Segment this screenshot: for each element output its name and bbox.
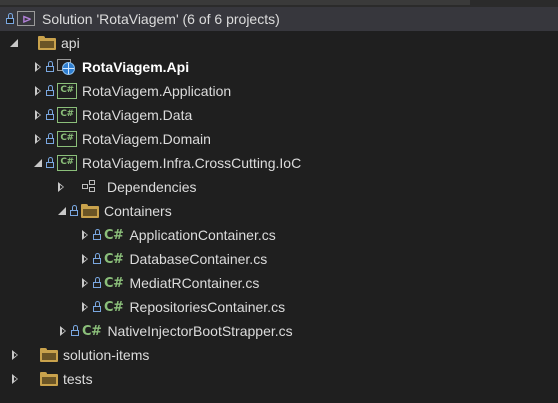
file-label: DatabaseContainer.cs [129,251,268,267]
lock-icon [93,252,102,266]
collapsed-chevron-icon[interactable] [32,79,46,103]
tree-item-folder-solution-items[interactable]: solution-items [0,343,558,367]
folder-icon [40,372,58,386]
lock-icon [46,132,55,146]
solution-explorer-tree: ⊳ Solution 'RotaViagem' (6 of 6 projects… [0,0,558,403]
scrollbar-thumb[interactable] [0,0,470,5]
file-label: RepositoriesContainer.cs [129,299,286,315]
project-label: RotaViagem.Data [82,107,193,123]
tree-item-file[interactable]: C# MediatRContainer.cs [0,271,558,295]
project-label: RotaViagem.Application [82,83,232,99]
expanded-chevron-icon[interactable] [8,31,22,55]
lock-icon [93,276,102,290]
folder-label: Containers [104,203,172,219]
lock-icon [46,60,55,74]
folder-label: solution-items [63,347,150,363]
csharp-file-icon: C# [104,275,124,291]
file-label: ApplicationContainer.cs [129,227,276,243]
folder-label: tests [63,371,93,387]
visual-studio-solution-icon: ⊳ [17,11,37,27]
collapsed-chevron-icon[interactable] [79,247,93,271]
collapsed-chevron-icon[interactable] [32,103,46,127]
csharp-file-icon: C# [104,227,124,243]
lock-icon [70,204,79,218]
collapsed-chevron-icon[interactable] [57,319,71,343]
collapsed-chevron-icon[interactable] [9,343,23,367]
csharp-project-icon: C# [57,107,77,123]
lock-icon [93,300,102,314]
solution-title: Solution 'RotaViagem' (6 of 6 projects) [42,11,280,27]
lock-icon [46,84,55,98]
tree-item-file[interactable]: C# DatabaseContainer.cs [0,247,558,271]
expanded-chevron-icon[interactable] [56,199,70,223]
csharp-project-icon: C# [57,83,77,99]
folder-open-icon [38,36,56,50]
tree-item-folder-api[interactable]: api [0,31,558,55]
tree-item-project-ioc[interactable]: C# RotaViagem.Infra.CrossCutting.IoC [0,151,558,175]
collapsed-chevron-icon[interactable] [9,367,23,391]
tree-item-folder-tests[interactable]: tests [0,367,558,391]
csharp-file-icon: C# [104,299,124,315]
tree-item-project-domain[interactable]: C# RotaViagem.Domain [0,127,558,151]
project-label: RotaViagem.Domain [82,131,211,147]
folder-label: api [61,35,80,51]
file-label: MediatRContainer.cs [129,275,260,291]
expanded-chevron-icon[interactable] [32,151,46,175]
tree-item-project-application[interactable]: C# RotaViagem.Application [0,79,558,103]
collapsed-chevron-icon[interactable] [79,223,93,247]
folder-open-icon [81,204,99,218]
csharp-project-icon: C# [57,155,77,171]
horizontal-scrollbar[interactable] [0,0,558,7]
csharp-project-icon: C# [57,131,77,147]
tree-item-solution[interactable]: ⊳ Solution 'RotaViagem' (6 of 6 projects… [0,7,558,31]
project-label: RotaViagem.Api [82,59,190,75]
csharp-file-icon: C# [104,251,124,267]
collapsed-chevron-icon[interactable] [79,271,93,295]
tree-item-file-bootstrapper[interactable]: C# NativeInjectorBootStrapper.cs [0,319,558,343]
folder-icon [40,348,58,362]
collapsed-chevron-icon[interactable] [55,175,69,199]
lock-icon [93,228,102,242]
csharp-file-icon: C# [82,323,102,339]
project-label: RotaViagem.Infra.CrossCutting.IoC [82,155,302,171]
lock-icon [46,108,55,122]
collapsed-chevron-icon[interactable] [32,55,46,79]
tree-item-file[interactable]: C# RepositoriesContainer.cs [0,295,558,319]
lock-icon [71,324,80,338]
dependencies-icon [82,180,102,194]
tree-item-folder-containers[interactable]: Containers [0,199,558,223]
collapsed-chevron-icon[interactable] [32,127,46,151]
lock-icon [46,156,55,170]
tree-item-project-data[interactable]: C# RotaViagem.Data [0,103,558,127]
lock-icon [6,12,15,26]
file-label: NativeInjectorBootStrapper.cs [107,323,293,339]
tree-item-dependencies[interactable]: Dependencies [0,175,558,199]
collapsed-chevron-icon[interactable] [79,295,93,319]
dependencies-label: Dependencies [107,179,197,195]
web-project-icon [57,59,77,75]
tree-item-project-api[interactable]: RotaViagem.Api [0,55,558,79]
tree-item-file[interactable]: C# ApplicationContainer.cs [0,223,558,247]
